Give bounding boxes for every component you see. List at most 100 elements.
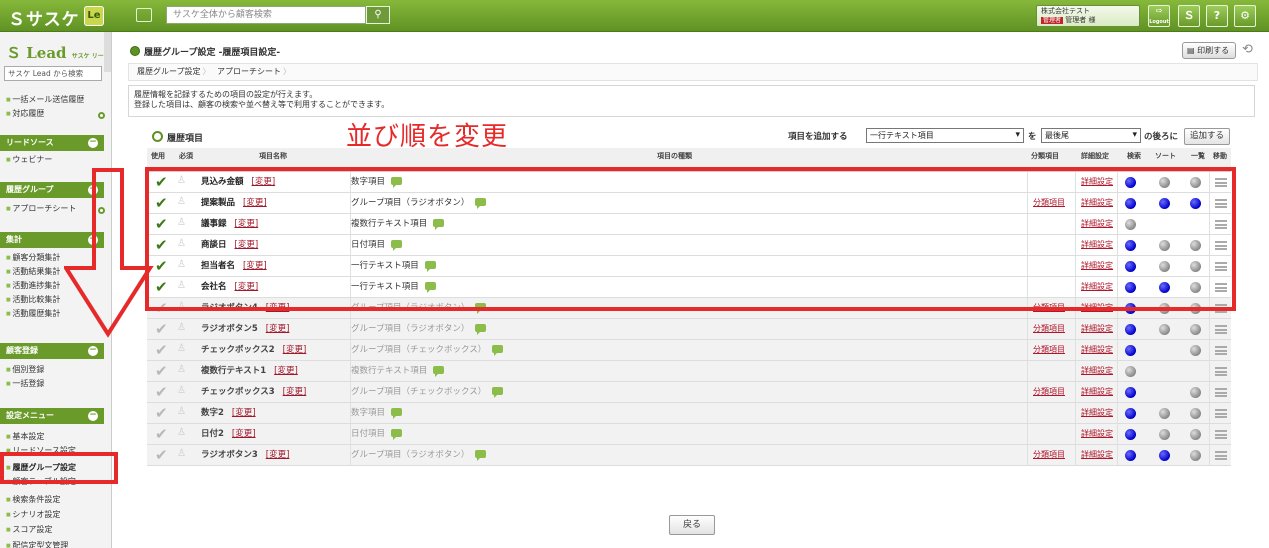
sidebar-item-individual-register[interactable]: 個別登録: [6, 364, 44, 375]
drag-handle-icon[interactable]: [1215, 430, 1227, 439]
search-toggle-blue-icon[interactable]: [1125, 345, 1136, 356]
class-item-link[interactable]: 分類項目: [1033, 340, 1065, 360]
detail-settings-link[interactable]: 詳細設定: [1081, 445, 1113, 465]
drag-handle-icon[interactable]: [1215, 346, 1227, 355]
comment-icon[interactable]: [492, 387, 504, 398]
change-link[interactable]: [変更]: [266, 450, 290, 460]
search-toggle-blue-icon[interactable]: [1125, 429, 1136, 440]
search-toggle-blue-icon[interactable]: [1125, 387, 1136, 398]
sidebar-item-webinar[interactable]: ウェビナー: [6, 154, 52, 165]
use-check-icon[interactable]: ✔: [155, 405, 168, 421]
window-icon[interactable]: [136, 8, 152, 22]
sidebar-item-bulk-register[interactable]: 一括登録: [6, 378, 44, 389]
search-toggle-blue-icon[interactable]: [1125, 450, 1136, 461]
drag-handle-icon[interactable]: [1215, 325, 1227, 334]
sidebar-item-response-history[interactable]: 対応履歴: [6, 108, 44, 119]
change-link[interactable]: [変更]: [274, 366, 298, 376]
position-select[interactable]: 最後尾: [1041, 128, 1141, 143]
back-button[interactable]: 戻る: [669, 515, 715, 535]
drag-handle-icon[interactable]: [1215, 451, 1227, 460]
comment-icon[interactable]: [433, 366, 445, 377]
refresh-icon[interactable]: ⟲: [1242, 42, 1253, 57]
sidebar-item-agg-5[interactable]: 活動履歴集計: [6, 308, 60, 319]
sidebar-item-agg-2[interactable]: 活動結果集計: [6, 266, 60, 277]
required-pin-icon[interactable]: ♙: [177, 385, 186, 396]
comment-icon[interactable]: [492, 345, 504, 356]
class-item-link[interactable]: 分類項目: [1033, 319, 1065, 339]
lead-app-icon[interactable]: Le: [84, 6, 104, 26]
comment-icon[interactable]: [475, 450, 487, 461]
sidebar-item-score-settings[interactable]: スコア設定: [6, 524, 52, 535]
sidebar-item-agg-3[interactable]: 活動進捗集計: [6, 280, 60, 291]
search-toggle-blue-icon[interactable]: [1125, 324, 1136, 335]
change-link[interactable]: [変更]: [283, 387, 307, 397]
sidebar-item-agg-4[interactable]: 活動比較集計: [6, 294, 60, 305]
change-link[interactable]: [変更]: [232, 429, 256, 439]
required-pin-icon[interactable]: ♙: [177, 322, 186, 333]
detail-settings-link[interactable]: 詳細設定: [1081, 319, 1113, 339]
list-toggle-gray-icon[interactable]: [1190, 450, 1201, 461]
sort-toggle-blue-icon[interactable]: [1159, 450, 1170, 461]
search-toggle-gray-icon[interactable]: [1125, 366, 1136, 377]
list-toggle-gray-icon[interactable]: [1190, 408, 1201, 419]
detail-settings-link[interactable]: 詳細設定: [1081, 382, 1113, 402]
sidebar-item-agg-1[interactable]: 顧客分類集計: [6, 252, 60, 263]
sasuke-icon[interactable]: Ｓ: [1178, 5, 1200, 27]
change-link[interactable]: [変更]: [283, 345, 307, 355]
sort-toggle-gray-icon[interactable]: [1159, 408, 1170, 419]
breadcrumb-item-history-group[interactable]: 履歴グループ設定: [137, 64, 210, 80]
add-circle-icon[interactable]: [98, 112, 105, 119]
use-check-icon[interactable]: ✔: [155, 342, 168, 358]
required-pin-icon[interactable]: ♙: [177, 343, 186, 354]
sidebar-item-scenario-settings[interactable]: シナリオ設定: [6, 509, 60, 520]
list-toggle-gray-icon[interactable]: [1190, 429, 1201, 440]
required-pin-icon[interactable]: ♙: [177, 364, 186, 375]
sidebar-section-customer-register[interactable]: 顧客登録 −: [0, 343, 104, 359]
help-icon[interactable]: ?: [1206, 5, 1228, 27]
search-toggle-blue-icon[interactable]: [1125, 408, 1136, 419]
use-check-icon[interactable]: ✔: [155, 363, 168, 379]
use-check-icon[interactable]: ✔: [155, 447, 168, 463]
class-item-link[interactable]: 分類項目: [1033, 445, 1065, 465]
list-toggle-gray-icon[interactable]: [1190, 387, 1201, 398]
list-toggle-gray-icon[interactable]: [1190, 324, 1201, 335]
sasuke-logo[interactable]: Ｓサスケ: [8, 5, 80, 30]
sidebar-item-search-settings[interactable]: 検索条件設定: [6, 494, 60, 505]
comment-icon[interactable]: [391, 408, 403, 419]
drag-handle-icon[interactable]: [1215, 409, 1227, 418]
list-toggle-gray-icon[interactable]: [1190, 345, 1201, 356]
search-icon[interactable]: ⚲: [366, 6, 390, 24]
drag-handle-icon[interactable]: [1215, 367, 1227, 376]
sidebar-logo[interactable]: Ｓ Lead サスケ リード: [6, 42, 110, 63]
required-pin-icon[interactable]: ♙: [177, 448, 186, 459]
required-pin-icon[interactable]: ♙: [177, 406, 186, 417]
sidebar-section-settings[interactable]: 設定メニュー −: [0, 408, 104, 424]
print-button[interactable]: ▤ 印刷する: [1182, 42, 1236, 59]
class-item-link[interactable]: 分類項目: [1033, 382, 1065, 402]
change-link[interactable]: [変更]: [232, 408, 256, 418]
item-type-select[interactable]: 一行テキスト項目: [866, 128, 1024, 143]
use-check-icon[interactable]: ✔: [155, 426, 168, 442]
sidebar-collapse-handle[interactable]: [104, 32, 111, 72]
sidebar-item-basic-settings[interactable]: 基本設定: [6, 431, 44, 442]
sidebar-item-template-management[interactable]: 配信定型文管理: [6, 540, 68, 548]
drag-handle-icon[interactable]: [1215, 388, 1227, 397]
detail-settings-link[interactable]: 詳細設定: [1081, 403, 1113, 423]
detail-settings-link[interactable]: 詳細設定: [1081, 361, 1113, 381]
sidebar-item-mail-history[interactable]: 一括メール送信履歴: [6, 94, 84, 105]
comment-icon[interactable]: [391, 429, 403, 440]
gear-icon[interactable]: ⚙: [1234, 5, 1256, 27]
global-search-input[interactable]: サスケ全体から顧客検索: [166, 6, 366, 24]
sort-toggle-gray-icon[interactable]: [1159, 429, 1170, 440]
use-check-icon[interactable]: ✔: [155, 384, 168, 400]
detail-settings-link[interactable]: 詳細設定: [1081, 340, 1113, 360]
use-check-icon[interactable]: ✔: [155, 321, 168, 337]
logout-icon[interactable]: ⇨ Logout: [1148, 5, 1170, 27]
required-pin-icon[interactable]: ♙: [177, 427, 186, 438]
change-link[interactable]: [変更]: [266, 324, 290, 334]
add-button[interactable]: 追加する: [1184, 128, 1230, 145]
detail-settings-link[interactable]: 詳細設定: [1081, 424, 1113, 444]
sidebar-search-input[interactable]: サスケ Lead から検索: [4, 66, 102, 81]
sort-toggle-gray-icon[interactable]: [1159, 324, 1170, 335]
sidebar-section-leadsource[interactable]: リードソース −: [0, 135, 104, 151]
